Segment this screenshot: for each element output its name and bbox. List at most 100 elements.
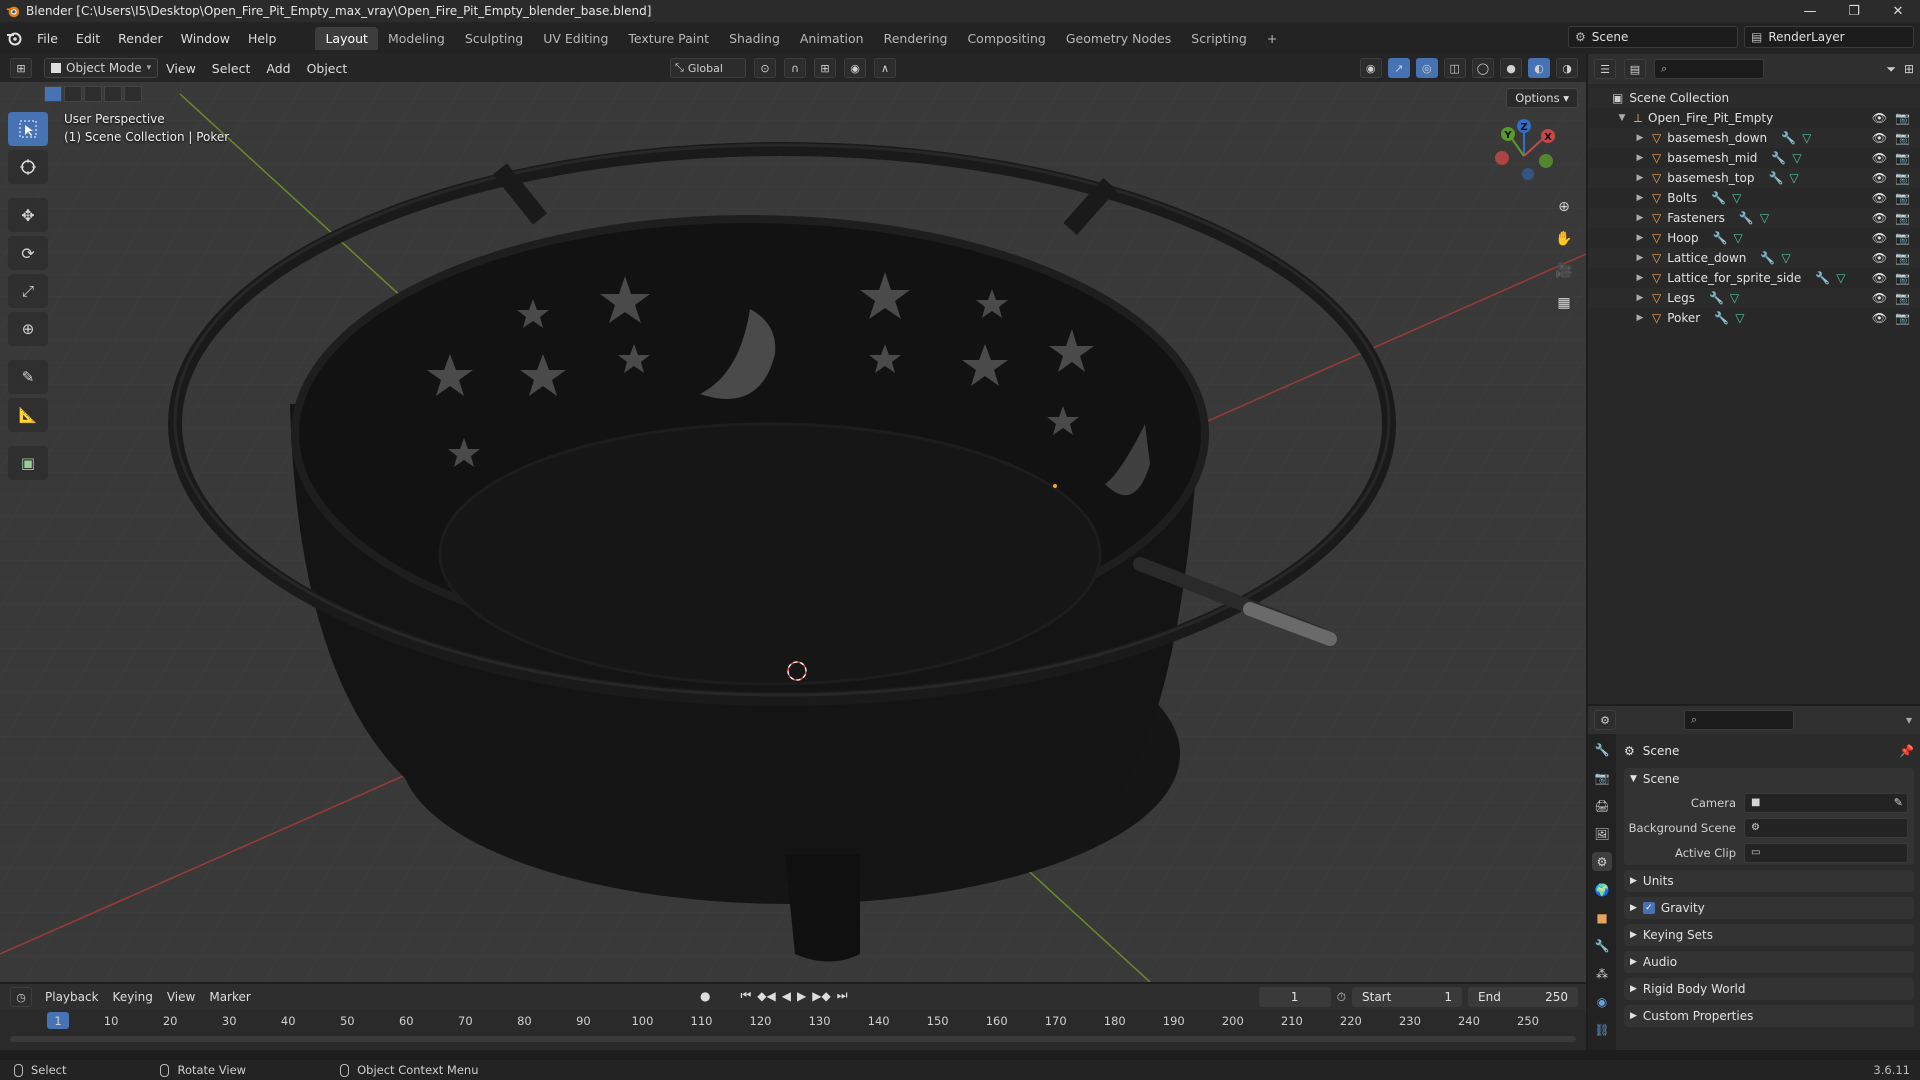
tab-animation[interactable]: Animation — [790, 27, 874, 50]
eye-icon[interactable]: 👁 — [1872, 151, 1887, 165]
output-tab-icon[interactable]: 🖨 — [1592, 796, 1612, 815]
modifier-icon[interactable]: 🔧 — [1768, 171, 1783, 185]
select-new-button[interactable] — [44, 86, 62, 102]
outliner-collection-row[interactable]: ▼ ⟂ Open_Fire_Pit_Empty 👁 📷 — [1588, 108, 1920, 128]
timeline-menu-view[interactable]: View — [160, 990, 202, 1004]
timeline-menu-playback[interactable]: Playback — [38, 990, 106, 1004]
keying-sets-panel[interactable]: ▶ Keying Sets — [1624, 924, 1914, 946]
tab-geometry-nodes[interactable]: Geometry Nodes — [1056, 27, 1181, 50]
solid-shading-button[interactable]: ● — [1500, 58, 1522, 78]
outliner-object-row[interactable]: ▶ ▽ Lattice_for_sprite_side 🔧 ▽ 👁 📷 — [1588, 268, 1920, 288]
menu-file[interactable]: File — [28, 31, 67, 46]
annotate-tool[interactable]: ✎ — [8, 360, 48, 394]
current-frame-field[interactable]: 1 — [1258, 987, 1331, 1007]
render-tab-icon[interactable]: 📷 — [1592, 768, 1612, 787]
select-extend-button[interactable] — [64, 86, 82, 102]
jump-keyframe-back-icon[interactable]: ◆◀ — [757, 989, 775, 1003]
close-button[interactable]: ✕ — [1876, 0, 1920, 22]
outliner-object-row[interactable]: ▶ ▽ Lattice_down 🔧 ▽ 👁 📷 — [1588, 248, 1920, 268]
mesh-data-icon[interactable]: ▽ — [1836, 271, 1845, 285]
eye-icon[interactable]: 👁 — [1872, 191, 1887, 205]
xray-toggle-button[interactable]: ◫ — [1443, 58, 1466, 78]
expand-icon[interactable]: ▶ — [1634, 193, 1646, 203]
mesh-data-icon[interactable]: ▽ — [1732, 191, 1741, 205]
perspective-toggle-button[interactable]: ▦ — [1550, 290, 1578, 316]
view-layer-tab-icon[interactable]: 🖼 — [1592, 824, 1612, 843]
expand-icon[interactable]: ▶ — [1634, 293, 1646, 303]
tab-compositing[interactable]: Compositing — [957, 27, 1055, 50]
modifier-icon[interactable]: 🔧 — [1815, 271, 1830, 285]
select-box-tool[interactable] — [8, 112, 48, 146]
pin-icon[interactable]: 📌 — [1899, 744, 1914, 758]
minimize-button[interactable]: — — [1788, 0, 1832, 22]
mesh-data-icon[interactable]: ▽ — [1730, 291, 1739, 305]
material-shading-button[interactable]: ◐ — [1528, 58, 1550, 78]
outliner-editor-type-button[interactable]: ☰ — [1594, 59, 1616, 79]
expand-icon[interactable]: ▶ — [1634, 313, 1646, 323]
measure-tool[interactable]: 📐 — [8, 398, 48, 432]
eye-icon[interactable]: 👁 — [1872, 211, 1887, 225]
options-dropdown[interactable]: Options ▾ — [1506, 88, 1578, 108]
jump-end-icon[interactable]: ⏭ — [837, 988, 848, 1003]
mesh-data-icon[interactable]: ▽ — [1734, 231, 1743, 245]
timeline-scrollbar[interactable] — [10, 1036, 1576, 1042]
outliner-object-row[interactable]: ▶ ▽ Bolts 🔧 ▽ 👁 📷 — [1588, 188, 1920, 208]
object-tab-icon[interactable]: ■ — [1592, 908, 1612, 927]
visibility-button[interactable]: ◉ — [1359, 58, 1382, 78]
jump-start-icon[interactable]: ⏮ — [740, 988, 751, 1003]
navigation-gizmo[interactable]: Z X Y — [1484, 116, 1564, 196]
rigid-body-world-panel[interactable]: ▶ Rigid Body World — [1624, 978, 1914, 1000]
end-frame-field[interactable]: End 250 — [1468, 987, 1578, 1007]
cursor-tool[interactable] — [8, 150, 48, 184]
constraints-tab-icon[interactable]: ⛓ — [1592, 1020, 1612, 1039]
mesh-data-icon[interactable]: ▽ — [1735, 311, 1744, 325]
select-subtract-button[interactable] — [84, 86, 102, 102]
scale-tool[interactable]: ⤢ — [8, 274, 48, 308]
eye-icon[interactable]: 👁 — [1872, 111, 1887, 125]
outliner-object-row[interactable]: ▶ ▽ Poker 🔧 ▽ 👁 📷 — [1588, 308, 1920, 328]
menu-window[interactable]: Window — [172, 31, 239, 46]
expand-icon[interactable]: ▶ — [1634, 153, 1646, 163]
render-camera-icon[interactable]: 📷 — [1895, 311, 1910, 325]
maximize-button[interactable]: ❐ — [1832, 0, 1876, 22]
expand-icon[interactable]: ▶ — [1634, 273, 1646, 283]
expand-icon[interactable]: ▶ — [1634, 233, 1646, 243]
orientation-selector[interactable]: ⤡ Global — [670, 58, 746, 78]
eye-icon[interactable]: 👁 — [1872, 251, 1887, 265]
tool-tab-icon[interactable]: 🔧 — [1592, 740, 1612, 759]
collapse-icon[interactable]: ▼ — [1616, 113, 1628, 123]
view-layer-selector[interactable]: ▤ RenderLayer — [1744, 26, 1914, 48]
expand-icon[interactable]: ▶ — [1634, 213, 1646, 223]
modifier-icon[interactable]: 🔧 — [1709, 291, 1724, 305]
mesh-data-icon[interactable]: ▽ — [1802, 131, 1811, 145]
display-mode-button[interactable]: ▤ — [1624, 59, 1646, 79]
active-clip-field[interactable]: ▭ — [1744, 842, 1908, 863]
render-camera-icon[interactable]: 📷 — [1895, 191, 1910, 205]
outliner-object-row[interactable]: ▶ ▽ basemesh_down 🔧 ▽ 👁 📷 — [1588, 128, 1920, 148]
render-camera-icon[interactable]: 📷 — [1895, 231, 1910, 245]
audio-panel[interactable]: ▶ Audio — [1624, 951, 1914, 973]
particles-tab-icon[interactable]: ⁂ — [1592, 964, 1612, 983]
scene-tab-icon[interactable]: ⚙ — [1592, 852, 1612, 871]
gravity-checkbox[interactable]: ✓ — [1642, 902, 1655, 914]
menu-edit[interactable]: Edit — [67, 31, 109, 46]
overlay-toggle-button[interactable]: ◎ — [1415, 58, 1438, 78]
modifier-icon[interactable]: 🔧 — [1713, 231, 1728, 245]
chevron-down-icon[interactable]: ▾ — [1906, 713, 1912, 727]
mode-selector[interactable]: Object Mode ▾ — [44, 58, 159, 78]
select-invert-button[interactable] — [104, 86, 122, 102]
move-tool[interactable]: ✥ — [8, 198, 48, 232]
tab-scripting[interactable]: Scripting — [1181, 27, 1257, 50]
outliner-object-row[interactable]: ▶ ▽ basemesh_mid 🔧 ▽ 👁 📷 — [1588, 148, 1920, 168]
viewport-menu-add[interactable]: Add — [258, 61, 298, 76]
blender-menu-icon[interactable] — [0, 30, 28, 46]
play-reverse-icon[interactable]: ◀ — [782, 989, 791, 1003]
mesh-data-icon[interactable]: ▽ — [1781, 251, 1790, 265]
play-icon[interactable]: ▶ — [797, 989, 806, 1003]
render-camera-icon[interactable]: 📷 — [1895, 211, 1910, 225]
eye-icon[interactable]: 👁 — [1872, 311, 1887, 325]
render-camera-icon[interactable]: 📷 — [1895, 251, 1910, 265]
eye-icon[interactable]: 👁 — [1872, 271, 1887, 285]
pivot-point-button[interactable]: ⊙ — [754, 58, 776, 78]
expand-icon[interactable]: ▶ — [1634, 133, 1646, 143]
